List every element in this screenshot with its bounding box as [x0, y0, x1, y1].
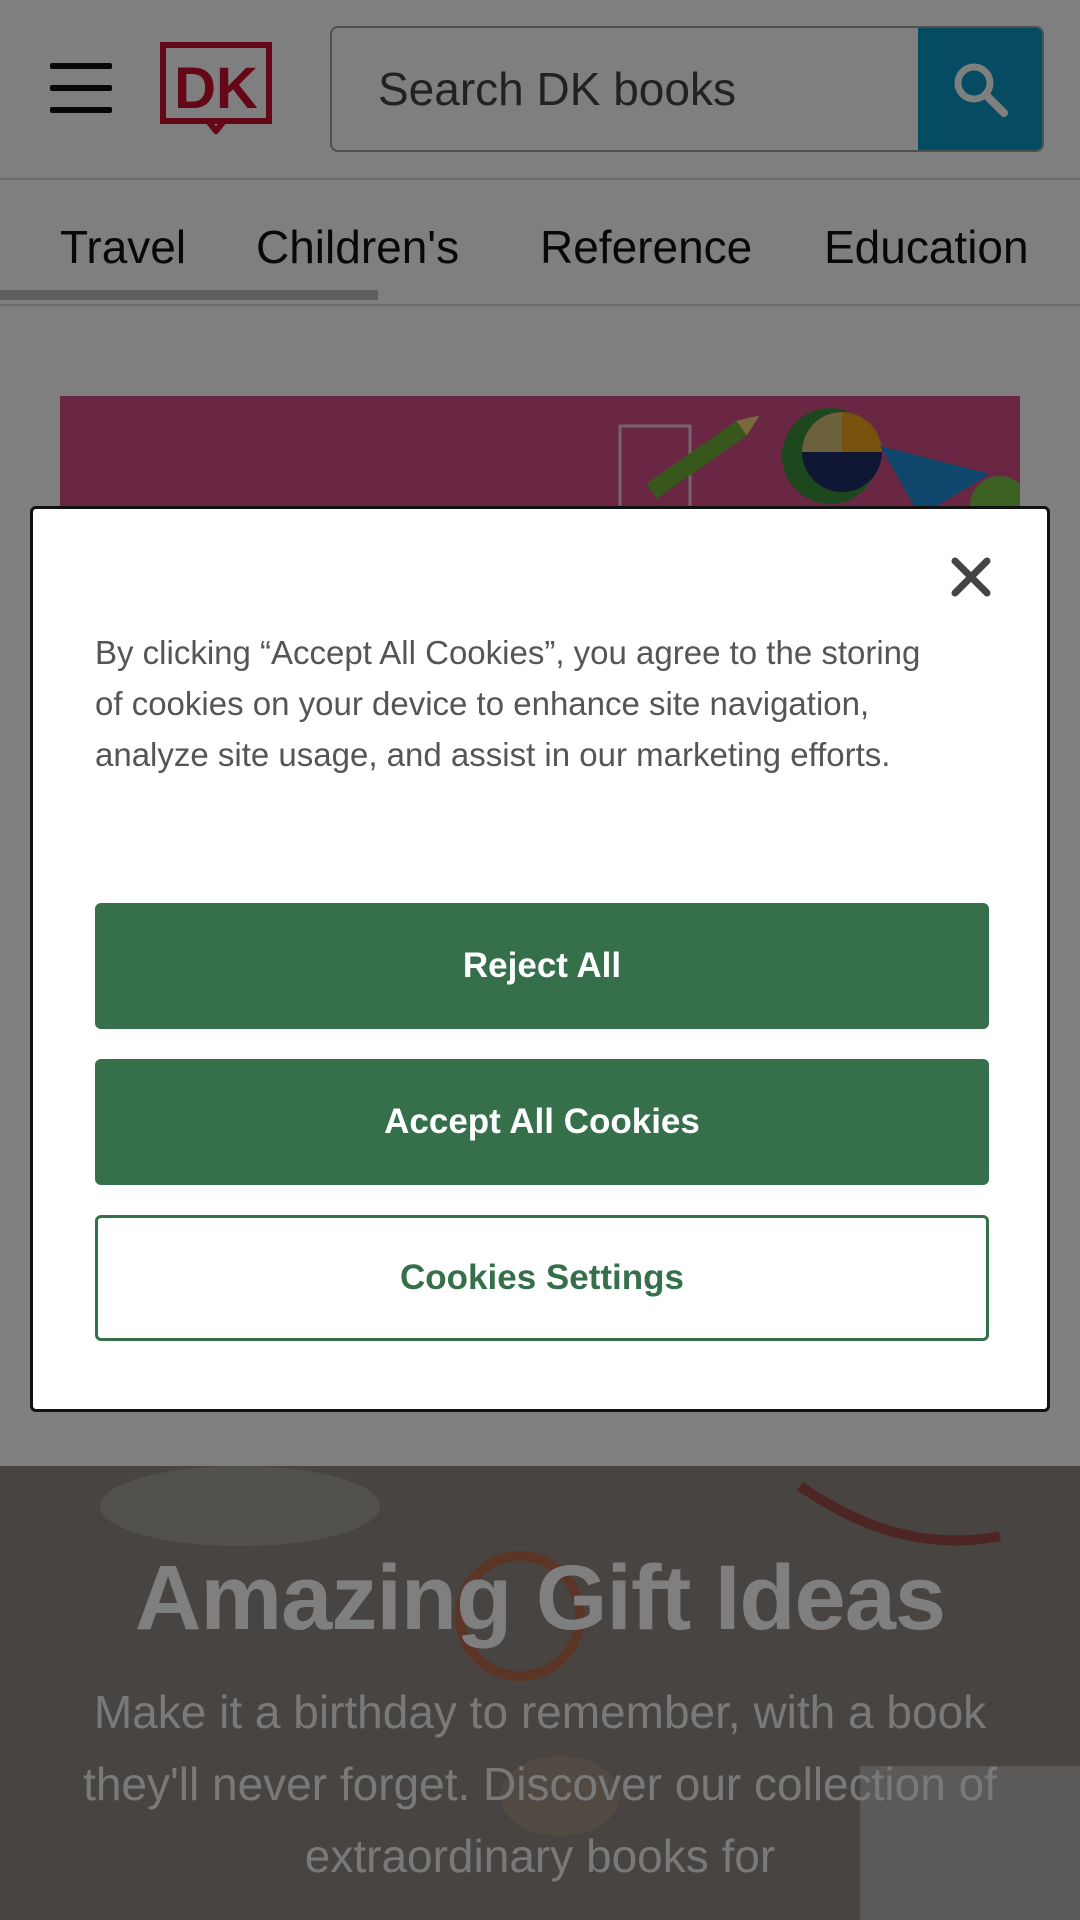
cookie-consent-dialog: By clicking “Accept All Cookies”, you ag…: [30, 506, 1050, 1412]
close-button[interactable]: [947, 553, 995, 601]
accept-all-cookies-button[interactable]: Accept All Cookies: [95, 1059, 989, 1185]
cookie-message: By clicking “Accept All Cookies”, you ag…: [95, 634, 921, 773]
close-icon: [951, 557, 991, 597]
reject-all-button[interactable]: Reject All: [95, 903, 989, 1029]
cookies-settings-button[interactable]: Cookies Settings: [95, 1215, 989, 1341]
